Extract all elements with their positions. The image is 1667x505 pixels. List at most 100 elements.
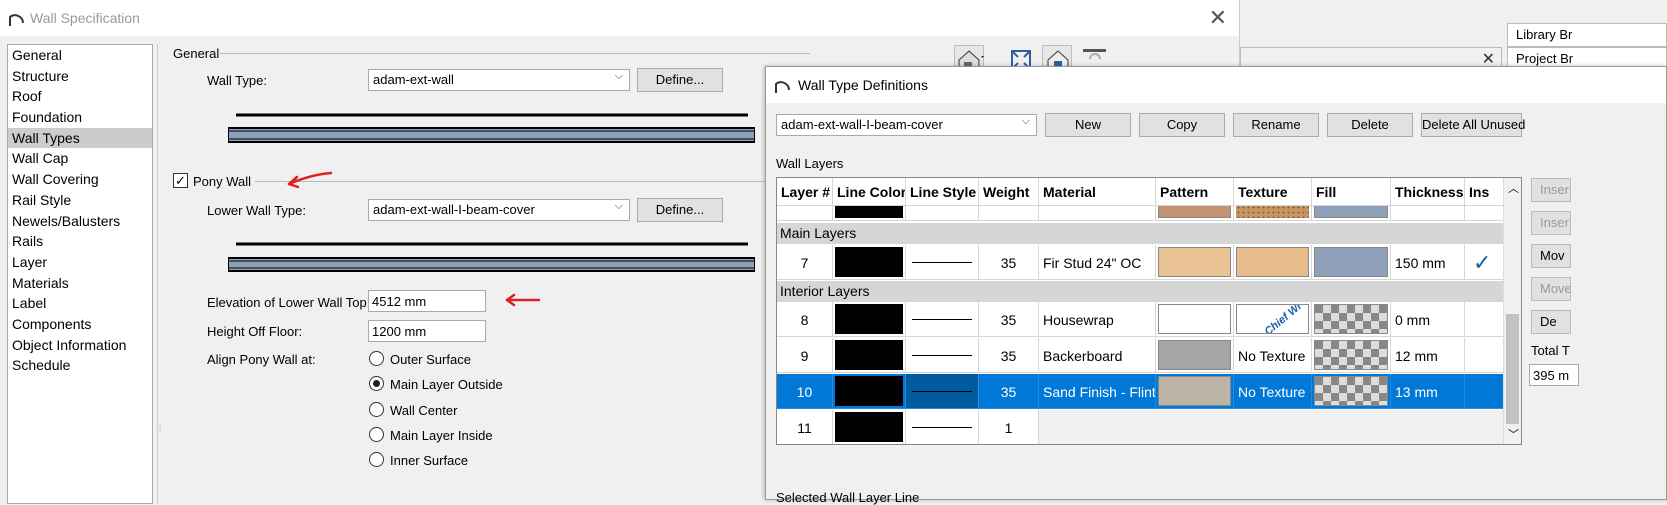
layer-group-header: Main Layers (777, 223, 1504, 244)
check-icon: ✓ (1473, 250, 1492, 275)
rename-button[interactable]: Rename (1233, 113, 1319, 137)
fill-cell (1312, 338, 1391, 373)
define-lower-wall-button[interactable]: Define... (637, 198, 723, 222)
table-row[interactable]: 11 1 (777, 410, 1504, 444)
table-row[interactable]: 9 35 Backerboard No Texture 12 mm (777, 338, 1504, 373)
table-header-row: Layer # Line Color Line Style Weight Materia… (777, 178, 1504, 206)
wall-type-definition-select[interactable]: adam-ext-wall-I-beam-cover ⌵ (776, 114, 1037, 136)
layer-tool-icon[interactable] (1082, 45, 1108, 67)
lower-wall-type-select[interactable]: adam-ext-wall-I-beam-cover ⌵ (368, 199, 630, 221)
define-wall-type-button[interactable]: Define... (637, 68, 723, 92)
texture-swatch (1236, 247, 1309, 277)
wall-type-preview (228, 113, 755, 143)
sidebar-item-layer[interactable]: Layer (8, 252, 152, 273)
height-off-floor-input[interactable] (368, 320, 486, 342)
layer-side-button[interactable]: Mov (1531, 244, 1571, 268)
pattern-swatch (1158, 247, 1231, 277)
scrollbar-thumb[interactable] (1506, 314, 1519, 424)
sidebar-item-general[interactable]: General (8, 45, 152, 66)
sidebar-item-wall-cap[interactable]: Wall Cap (8, 148, 152, 169)
app-logo-icon (9, 14, 24, 26)
layer-number-cell: 11 (777, 410, 833, 444)
chevron-down-icon[interactable]: ﹀ (1508, 426, 1519, 442)
column-header: Thickness (1391, 178, 1465, 206)
material-cell: Sand Finish - Flint (1039, 374, 1156, 409)
sidebar-item-wall-types[interactable]: Wall Types (8, 127, 152, 149)
sidebar-item-object-information[interactable]: Object Information (8, 335, 152, 356)
line-color-cell (833, 410, 906, 444)
align-radio-wall-center[interactable] (369, 401, 384, 417)
chevron-down-icon: ⌵ (614, 200, 623, 212)
column-header: Fill (1312, 178, 1391, 206)
lower-wall-type-label: Lower Wall Type: (207, 203, 306, 218)
table-row[interactable]: 8 35 Housewrap Chief Wr 0 mm (777, 302, 1504, 337)
new-button[interactable]: New (1045, 113, 1131, 137)
elevation-lower-wall-top-input[interactable] (368, 290, 486, 312)
insulation-cell (1465, 338, 1504, 373)
pattern-cell (1156, 374, 1234, 409)
pony-wall-checkbox[interactable]: ✓ (173, 173, 188, 188)
line-style-glyph (912, 319, 972, 320)
line-color-swatch (835, 247, 903, 277)
splitter-grip-icon[interactable]: ⋮ (156, 424, 164, 433)
line-style-cell (906, 374, 979, 409)
total-thickness-input[interactable] (1529, 364, 1579, 386)
line-style-glyph (912, 355, 972, 356)
copy-button[interactable]: Copy (1139, 113, 1225, 137)
sidebar-item-foundation[interactable]: Foundation (8, 107, 152, 128)
texture-swatch: Chief Wr (1236, 304, 1309, 334)
sidebar-item-newels-balusters[interactable]: Newels/Balusters (8, 211, 152, 232)
sidebar-item-components[interactable]: Components (8, 314, 152, 335)
chevron-up-icon[interactable]: ︿ (1508, 180, 1519, 196)
layer-side-button[interactable]: Inser (1531, 178, 1571, 202)
empty-cell (1039, 410, 1504, 444)
close-icon[interactable]: ✕ (1209, 5, 1227, 31)
align-radio-inner-surface[interactable] (369, 452, 384, 468)
line-color-swatch (835, 412, 903, 442)
column-header: Pattern (1156, 178, 1234, 206)
sidebar-item-materials[interactable]: Materials (8, 273, 152, 294)
pony-wall-label: Pony Wall (193, 174, 252, 189)
line-style-cell (906, 410, 979, 444)
line-color-cell (833, 302, 906, 337)
annotation-arrow-icon (505, 293, 541, 307)
column-header: Ins (1465, 178, 1504, 206)
fill-cell (1312, 374, 1391, 409)
sidebar-item-roof[interactable]: Roof (8, 86, 152, 107)
delete-all-unused-button[interactable]: Delete All Unused (1421, 113, 1525, 137)
sidebar-item-wall-covering[interactable]: Wall Covering (8, 169, 152, 190)
column-header: Layer # (777, 178, 833, 206)
sidebar-item-label[interactable]: Label (8, 293, 152, 314)
sidebar-item-rails[interactable]: Rails (8, 231, 152, 252)
texture-cell: No Texture (1234, 374, 1312, 409)
sidebar-item-rail-style[interactable]: Rail Style (8, 190, 152, 211)
dialog-title: Wall Specification (30, 10, 140, 26)
library-browser-tab-label: Library Br (1516, 27, 1573, 42)
layer-side-button[interactable]: Inser (1531, 211, 1571, 235)
table-scrollbar[interactable]: ︿ ﹀ (1503, 178, 1521, 444)
thickness-cell: 0 mm (1391, 302, 1465, 337)
table-row[interactable]: 7 35 Fir Stud 24" OC 150 mm ✓ (777, 245, 1504, 280)
general-section-header: General (173, 46, 220, 61)
layer-group-header: Interior Layers (777, 281, 1504, 302)
align-radio-main-layer-outside[interactable] (369, 376, 384, 392)
pattern-swatch (1158, 304, 1231, 334)
layer-side-button[interactable]: Move (1531, 277, 1571, 301)
align-pony-wall-label: Align Pony Wall at: (207, 352, 316, 367)
library-browser-tab[interactable]: Library Br (1507, 23, 1667, 47)
align-radio-outer-surface[interactable] (369, 351, 384, 366)
sidebar-item-structure[interactable]: Structure (8, 66, 152, 87)
wall-type-select[interactable]: adam-ext-wall ⌵ (368, 69, 630, 91)
table-row[interactable]: 10 35 Sand Finish - Flint No Texture 13 mm (777, 374, 1504, 409)
annotation-arrow-icon (287, 171, 333, 189)
line-style-cell (906, 302, 979, 337)
delete-button[interactable]: Delete (1327, 113, 1413, 137)
column-header: Material (1039, 178, 1156, 206)
insulation-cell: ✓ (1465, 245, 1504, 280)
wall-type-definition-value: adam-ext-wall-I-beam-cover (781, 117, 943, 132)
fill-cell (1312, 302, 1391, 337)
align-radio-main-layer-inside[interactable] (369, 426, 384, 442)
align-option-label: Outer Surface (390, 352, 471, 367)
sidebar-item-schedule[interactable]: Schedule (8, 355, 152, 376)
layer-side-button[interactable]: De (1531, 310, 1571, 334)
